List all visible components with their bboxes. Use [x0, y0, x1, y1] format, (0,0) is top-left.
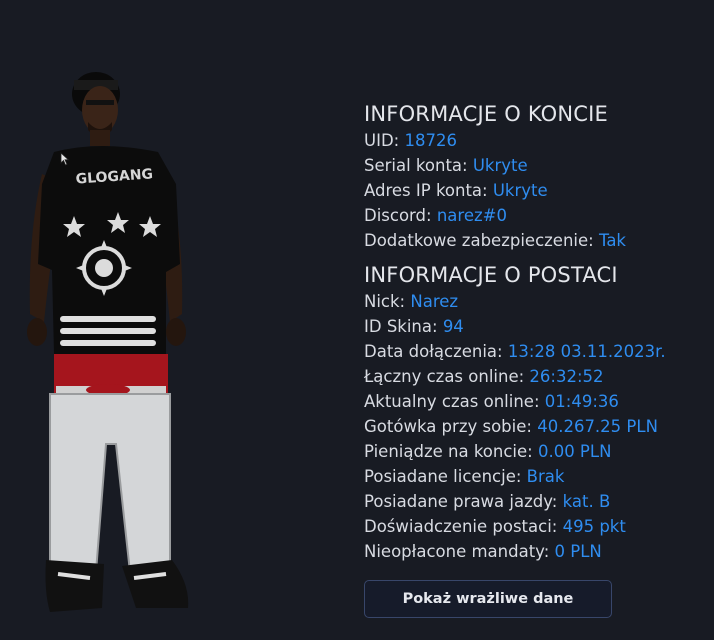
account-uid-row: UID: 18726 — [364, 131, 457, 150]
account-security-row: Dodatkowe zabezpieczenie: Tak — [364, 231, 626, 250]
character-bank-row: Pieniądze na koncie: 0.00 PLN — [364, 442, 612, 461]
character-info-list: Nick: Narez ID Skina: 94 Data dołączenia… — [364, 289, 704, 564]
character-current-online-row: Aktualny czas online: 01:49:36 — [364, 392, 619, 411]
info-panel: INFORMACJE O KONCIE UID: 18726 Serial ko… — [364, 100, 704, 564]
show-sensitive-data-button[interactable]: Pokaż wrażliwe dane — [364, 580, 612, 618]
character-driving-license-row: Posiadane prawa jazdy: kat. B — [364, 492, 611, 511]
account-discord-row: Discord: narez#0 — [364, 206, 507, 225]
character-info-title: INFORMACJE O POSTACI — [364, 263, 618, 287]
character-nick-row: Nick: Narez — [364, 292, 459, 311]
account-panel: GLOGANG INFORMACJE O KONCIE UID: 18726 S… — [0, 0, 714, 640]
character-skin-id-row: ID Skina: 94 — [364, 317, 464, 336]
character-experience-row: Doświadczenie postaci: 495 pkt — [364, 517, 626, 536]
account-serial-row: Serial konta: Ukryte — [364, 156, 528, 175]
account-ip-row: Adres IP konta: Ukryte — [364, 181, 548, 200]
mouse-cursor-icon — [60, 152, 70, 166]
character-skin-preview: GLOGANG — [20, 64, 200, 620]
character-cash-row: Gotówka przy sobie: 40.267.25 PLN — [364, 417, 658, 436]
character-fines-row: Nieopłacone mandaty: 0 PLN — [364, 542, 602, 561]
account-info-list: UID: 18726 Serial konta: Ukryte Adres IP… — [364, 128, 704, 253]
character-join-date-row: Data dołączenia: 13:28 03.11.2023r. — [364, 342, 666, 361]
account-info-title: INFORMACJE O KONCIE — [364, 102, 609, 126]
character-licenses-row: Posiadane licencje: Brak — [364, 467, 565, 486]
character-total-online-row: Łączny czas online: 26:32:52 — [364, 367, 604, 386]
